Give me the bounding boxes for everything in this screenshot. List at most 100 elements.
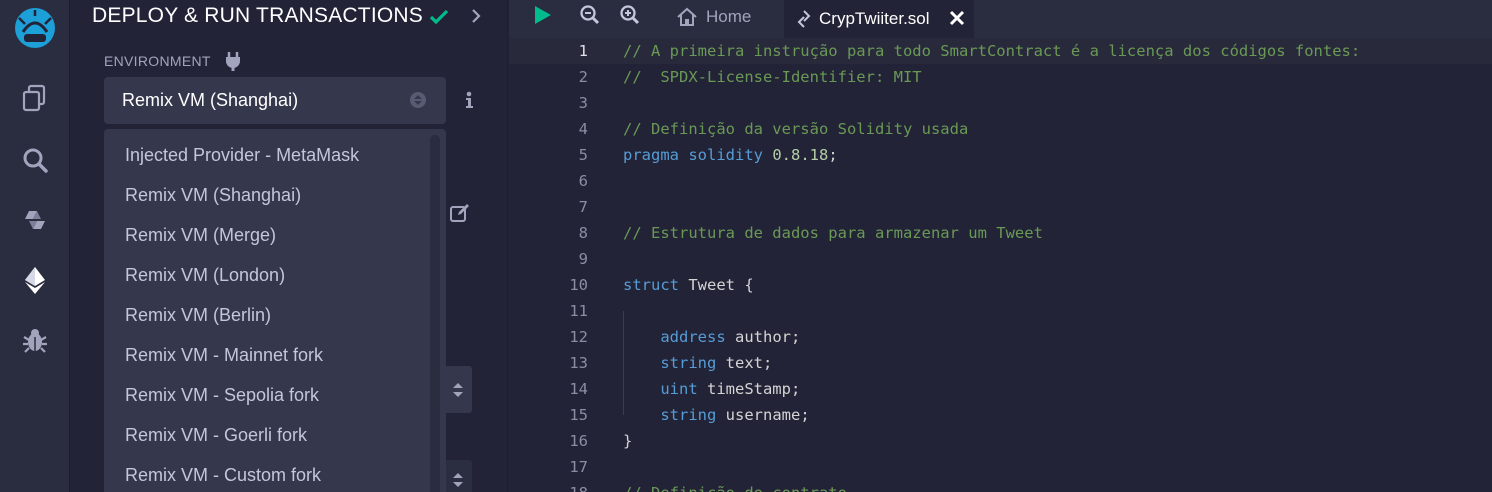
code-text: } [623,428,632,454]
plug-icon [226,52,240,71]
code-text: // A primeira instrução para todo SmartC… [623,38,1360,64]
code-line[interactable]: 17 [509,454,1492,480]
dropdown-option[interactable]: Remix VM (Shanghai) [104,175,446,215]
code-token: struct [623,276,679,294]
editor-tab-bar: Home CrypTwiiter.sol [509,0,1492,38]
code-token: string [660,406,717,424]
code-token: username; [716,406,810,424]
zoom-in-icon[interactable] [619,4,641,26]
code-token: uint [660,380,698,398]
line-number: 4 [578,120,588,138]
code-token: } [623,432,633,450]
dropdown-option[interactable]: Remix VM - Mainnet fork [104,335,446,375]
file-link-icon [797,10,811,28]
line-number: 3 [578,94,588,112]
dropdown-option[interactable]: Injected Provider - MetaMask [104,129,446,175]
dropdown-option[interactable]: Remix VM (Merge) [104,215,446,255]
dropdown-option[interactable]: Remix VM - Custom fork [104,455,446,492]
line-number: 12 [569,328,588,346]
code-line[interactable]: 13 string text; [509,350,1492,376]
file-explorer-icon[interactable] [17,80,53,116]
code-token: // SPDX-License-Identifier: MIT [623,68,922,86]
code-text: // Definição da versão Solidity usada [623,116,968,142]
line-number: 7 [578,198,588,216]
run-icon[interactable] [531,4,553,26]
code-line[interactable]: 5 pragma solidity 0.8.18; [509,142,1492,168]
code-token: // A primeira instrução para todo SmartC… [623,42,1361,60]
code-token: 0.8.18 [772,146,829,164]
code-token: string [660,354,717,372]
code-token: pragma [623,146,679,164]
dropdown-option[interactable]: Remix VM (London) [104,255,446,295]
line-number: 2 [578,68,588,86]
icon-rail [0,0,70,492]
code-line[interactable]: 2 // SPDX-License-Identifier: MIT [509,64,1492,90]
value-unit-select-arrows[interactable] [444,460,472,492]
code-token: solidity [688,146,763,164]
tab-file-label: CrypTwiiter.sol [819,9,930,28]
code-token: // Definição do contrato [623,484,847,492]
info-icon[interactable] [462,90,476,110]
code-line[interactable]: 9 [509,246,1492,272]
code-line[interactable]: 4 // Definição da versão Solidity usada [509,116,1492,142]
account-select-arrows[interactable] [444,366,472,413]
tab-home-label: Home [706,7,752,26]
code-line[interactable]: 1 // A primeira instrução para todo Smart… [509,38,1492,64]
tab-cryptwiiter-sol[interactable]: CrypTwiiter.sol [784,0,974,38]
tab-home[interactable]: Home [666,0,784,34]
line-number: 9 [578,250,588,268]
solidity-compiler-icon[interactable] [17,202,53,238]
close-icon[interactable] [948,9,966,27]
code-text: pragma solidity 0.8.18; [623,142,838,168]
dropdown-option[interactable]: Remix VM - Sepolia fork [104,375,446,415]
code-text: uint timeStamp; [623,376,800,402]
code-text: // SPDX-License-Identifier: MIT [623,64,922,90]
code-line[interactable]: 3 [509,90,1492,116]
line-number: 18 [509,480,588,492]
select-arrows-icon [410,92,426,108]
environment-select[interactable]: Remix VM (Shanghai) [104,77,446,124]
dropdown-option[interactable]: Remix VM (Berlin) [104,295,446,335]
environment-label: ENVIRONMENT [104,53,211,69]
code-line[interactable]: 14 uint timeStamp; [509,376,1492,402]
environment-selected-value: Remix VM (Shanghai) [122,90,299,110]
code-line[interactable]: 8 // Estrutura de dados para armazenar um… [509,220,1492,246]
edit-icon[interactable] [449,202,471,224]
deploy-run-icon[interactable] [17,262,53,298]
line-number: 15 [569,406,588,424]
check-icon [429,9,449,25]
code-token: address [660,328,726,346]
dropdown-option[interactable]: Remix VM - Goerli fork [104,415,446,455]
code-token: timeStamp; [697,380,801,398]
code-line[interactable]: 16} [509,428,1492,454]
line-number: 6 [578,172,588,190]
line-number: 16 [569,432,588,450]
code-line[interactable]: 11 [509,298,1492,324]
chevron-right-icon[interactable] [468,8,484,24]
code-token: Tweet { [679,276,754,294]
remix-logo-icon[interactable] [9,4,61,54]
code-editor[interactable]: 1 // A primeira instrução para todo Smart… [509,38,1492,492]
code-line[interactable]: 18 // Definição do contrato [509,480,1492,492]
search-icon[interactable] [17,142,53,178]
code-token: // Estrutura de dados para armazenar um … [623,224,1043,242]
home-icon [677,7,697,26]
line-number: 8 [578,224,588,242]
code-line[interactable]: 12 address author; [509,324,1492,350]
line-number: 11 [569,302,588,320]
code-line[interactable]: 15 string username; [509,402,1492,428]
code-line[interactable]: 6 [509,168,1492,194]
code-text: // Definição do contrato [623,480,847,492]
zoom-out-icon[interactable] [579,4,601,26]
indent-guide [623,311,624,415]
debugger-icon[interactable] [17,322,53,358]
code-line[interactable]: 10 struct Tweet { [509,272,1492,298]
code-token: text; [716,354,773,372]
dropdown-scrollbar[interactable] [430,135,440,492]
code-line[interactable]: 7 [509,194,1492,220]
